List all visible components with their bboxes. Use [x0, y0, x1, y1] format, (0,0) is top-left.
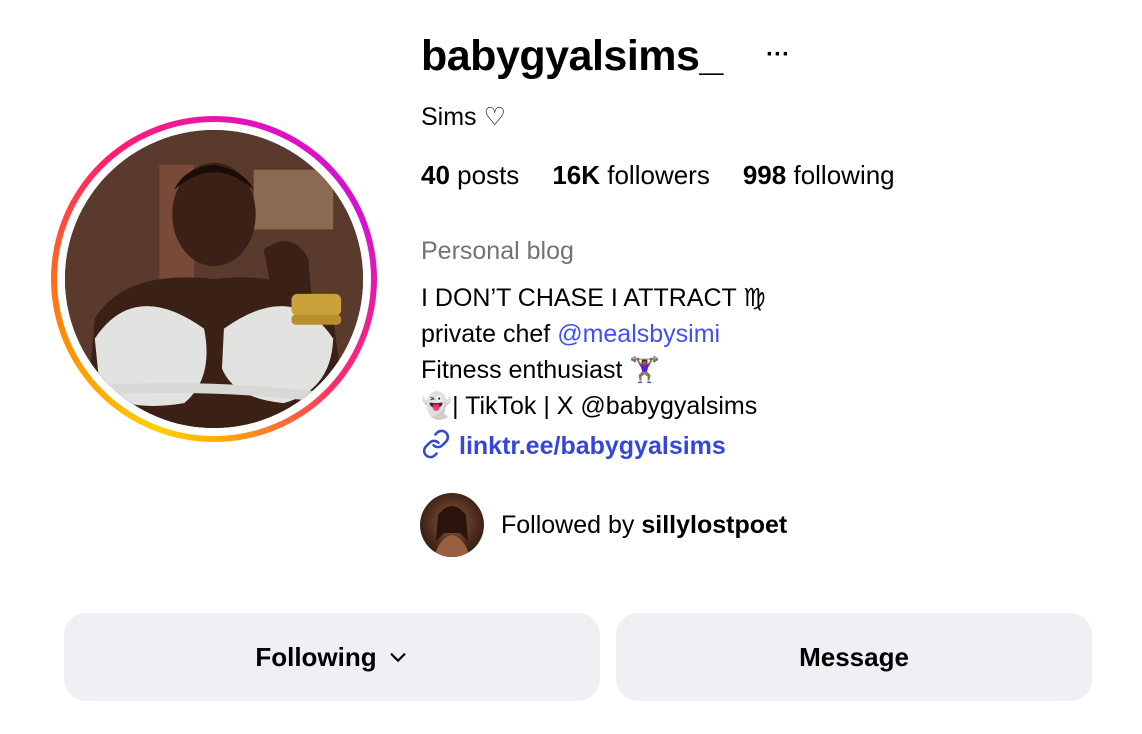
- following-label: following: [793, 160, 895, 190]
- profile-external-link[interactable]: linktr.ee/babygyalsims: [421, 429, 726, 464]
- followed-by-user[interactable]: sillylostpoet: [641, 511, 787, 539]
- posts-label: posts: [457, 160, 520, 190]
- followed-by-text[interactable]: Followed by sillylostpoet: [501, 511, 787, 540]
- message-button-label: Message: [799, 641, 909, 672]
- story-ring[interactable]: [51, 116, 377, 442]
- following-button[interactable]: Following: [64, 613, 600, 701]
- bio-line-2: private chef @mealsbysimi: [421, 316, 766, 352]
- profile-stats: 40 posts 16K followers 998 following: [421, 160, 895, 191]
- followers-count: 16K: [552, 160, 601, 190]
- following-stat[interactable]: 998 following: [743, 160, 895, 191]
- link-text[interactable]: linktr.ee/babygyalsims: [459, 432, 726, 461]
- profile-category: Personal blog: [421, 237, 574, 265]
- chevron-down-icon: [387, 646, 409, 668]
- link-icon: [421, 429, 451, 464]
- bio-mention-link[interactable]: @mealsbysimi: [557, 320, 720, 348]
- followers-label: followers: [607, 160, 710, 190]
- followed-by-avatar[interactable]: [420, 493, 484, 557]
- bio-line-4: 👻| TikTok | X @babygyalsims: [421, 392, 758, 420]
- followed-by-prefix: Followed by: [501, 511, 635, 539]
- followed-by-photo: [434, 506, 470, 557]
- posts-count: 40: [421, 160, 450, 190]
- profile-bio: I DON’T CHASE I ATTRACT ♍ private chef @…: [421, 280, 766, 424]
- followers-stat[interactable]: 16K followers: [552, 160, 710, 191]
- profile-photo: [65, 130, 363, 428]
- more-options-icon[interactable]: ···: [766, 41, 790, 69]
- profile-username: babygyalsims_: [421, 32, 723, 80]
- bio-line-2-text: private chef: [421, 320, 558, 348]
- bio-line-3: Fitness enthusiast 🏋🏾‍♀️: [421, 356, 661, 384]
- posts-stat[interactable]: 40 posts: [421, 160, 519, 191]
- profile-avatar[interactable]: [65, 130, 363, 428]
- following-count: 998: [742, 160, 787, 190]
- profile-full-name: Sims ♡: [421, 103, 506, 131]
- bio-line-1: I DON’T CHASE I ATTRACT ♍: [421, 284, 766, 312]
- message-button[interactable]: Message: [616, 613, 1092, 701]
- following-button-label: Following: [255, 641, 377, 672]
